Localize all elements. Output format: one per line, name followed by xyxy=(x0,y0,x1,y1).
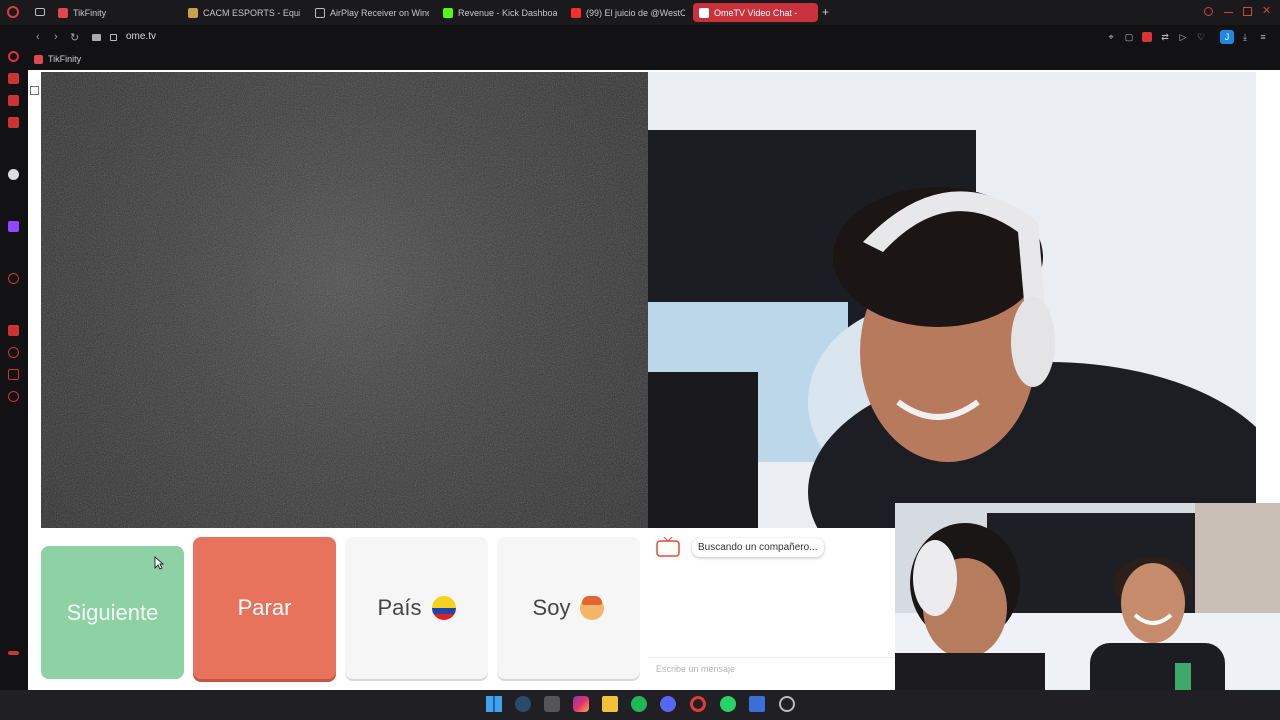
mouse-cursor-icon xyxy=(154,556,164,570)
tab-label: AirPlay Receiver on Wind xyxy=(330,7,429,18)
stop-button[interactable]: Parar xyxy=(193,537,336,679)
discord-icon[interactable] xyxy=(660,696,676,712)
file-explorer-icon[interactable] xyxy=(602,696,618,712)
chat-message-input[interactable]: Escribe un mensaje xyxy=(648,657,895,680)
tab-airplay[interactable]: AirPlay Receiver on Wind xyxy=(309,3,429,22)
profile-avatar[interactable]: J xyxy=(1220,30,1234,44)
opera-logo-icon[interactable] xyxy=(7,6,19,18)
tab-ometv[interactable]: OmeTV Video Chat - xyxy=(693,3,818,22)
more-icon[interactable] xyxy=(8,651,19,655)
reload-icon[interactable]: ↻ xyxy=(70,31,79,44)
minimize-icon[interactable] xyxy=(1224,12,1233,13)
settings-icon[interactable] xyxy=(8,391,19,402)
twitch-sidebar-icon[interactable] xyxy=(8,221,19,232)
tab-label: TikFinity xyxy=(73,7,107,18)
youtube-icon xyxy=(571,7,581,18)
download-icon[interactable]: ⤓ xyxy=(1240,32,1250,42)
streamer-camera-overlay xyxy=(895,503,1280,720)
tab-label: (99) El juicio de @WestC xyxy=(586,7,685,18)
address-bar: ‹ › ↻ ome.tv ⌖ ▢ ⇄ ▷ ♡ J ⤓ ≡ xyxy=(28,26,1280,50)
tab-tikfinity[interactable]: TikFinity xyxy=(52,3,172,22)
bookmark-label: TikFinity xyxy=(48,54,82,64)
pip-icon[interactable] xyxy=(30,86,39,95)
heart-icon[interactable]: ♡ xyxy=(1196,32,1206,42)
pin-icon[interactable]: ⌖ xyxy=(1106,32,1116,42)
speaker-icon xyxy=(699,7,709,18)
tab-label: Revenue - Kick Dashboa xyxy=(458,7,557,18)
country-button[interactable]: País xyxy=(345,537,488,679)
colombia-flag-icon xyxy=(431,596,456,620)
record-icon[interactable] xyxy=(1142,32,1152,42)
next-button-label: Siguiente xyxy=(66,599,159,625)
monitor-icon xyxy=(315,7,325,18)
search-tabs-icon[interactable] xyxy=(1204,7,1213,16)
bookmark-tikfinity[interactable]: TikFinity xyxy=(34,54,81,64)
windows-start-icon[interactable] xyxy=(486,696,502,712)
stop-button-label: Parar xyxy=(237,595,292,620)
messenger-icon[interactable] xyxy=(8,73,19,84)
camera-permission-icon[interactable] xyxy=(92,34,101,41)
chat-status-message: Buscando un compañero... xyxy=(692,538,824,557)
esports-icon xyxy=(188,7,198,18)
music-icon[interactable] xyxy=(8,325,19,336)
settings-taskbar-icon[interactable] xyxy=(779,696,795,712)
snapshot-icon[interactable]: ▢ xyxy=(1124,32,1134,42)
tikfinity-icon xyxy=(58,7,68,18)
url-text[interactable]: ome.tv xyxy=(126,31,156,42)
opera-taskbar-icon[interactable] xyxy=(690,696,706,712)
tab-label: CACM ESPORTS - Equip xyxy=(203,7,300,18)
whatsapp-icon[interactable] xyxy=(720,696,736,712)
translate-icon[interactable]: ⇄ xyxy=(1160,32,1170,42)
tab-bar: TikFinity CACM ESPORTS - Equip AirPlay R… xyxy=(0,0,1280,25)
steam-icon[interactable] xyxy=(515,696,531,712)
tab-kick-revenue[interactable]: Revenue - Kick Dashboa xyxy=(437,3,557,22)
kick-icon xyxy=(443,7,453,18)
lock-icon[interactable] xyxy=(110,34,117,41)
ometv-tv-logo-icon xyxy=(656,537,680,557)
capture-app-icon[interactable] xyxy=(544,696,560,712)
boy-emoji-icon xyxy=(580,596,605,620)
spotify-icon[interactable] xyxy=(631,696,647,712)
menu-icon[interactable]: ≡ xyxy=(1258,32,1268,42)
x-sidebar-icon[interactable] xyxy=(8,117,19,128)
back-icon[interactable]: ‹ xyxy=(36,31,40,43)
stranger-video-static xyxy=(41,72,648,528)
tab-cacm-esports[interactable]: CACM ESPORTS - Equip xyxy=(182,3,300,22)
webcam-scene xyxy=(648,72,1256,528)
tikfinity-icon xyxy=(34,54,43,64)
gender-button[interactable]: Soy xyxy=(497,537,640,679)
camera-scene xyxy=(895,503,1280,720)
tab-label: OmeTV Video Chat - xyxy=(714,7,798,18)
forward-icon[interactable]: › xyxy=(54,31,58,43)
obs-icon[interactable] xyxy=(749,696,765,712)
aria-icon[interactable] xyxy=(8,169,19,180)
country-button-label: País xyxy=(377,595,422,620)
tab-overview-icon[interactable] xyxy=(35,8,45,16)
static-noise xyxy=(41,72,648,528)
instagram-icon[interactable] xyxy=(573,696,589,712)
history-icon[interactable] xyxy=(8,273,19,284)
opera-ai-icon[interactable] xyxy=(8,51,19,62)
new-tab-button[interactable]: + xyxy=(822,5,829,19)
opera-sidebar xyxy=(0,25,28,690)
play-icon[interactable]: ▷ xyxy=(1178,32,1188,42)
clock-icon[interactable] xyxy=(8,347,19,358)
tab-youtube[interactable]: (99) El juicio de @WestC xyxy=(565,3,685,22)
close-window-icon[interactable]: ✕ xyxy=(1262,4,1271,17)
gender-button-label: Soy xyxy=(532,595,571,620)
maximize-icon[interactable] xyxy=(1243,7,1252,16)
own-webcam-video xyxy=(648,72,1256,528)
extensions-sidebar-icon[interactable] xyxy=(8,369,19,380)
instagram-sidebar-icon[interactable] xyxy=(8,95,19,106)
bookmarks-bar: TikFinity xyxy=(28,52,1280,68)
